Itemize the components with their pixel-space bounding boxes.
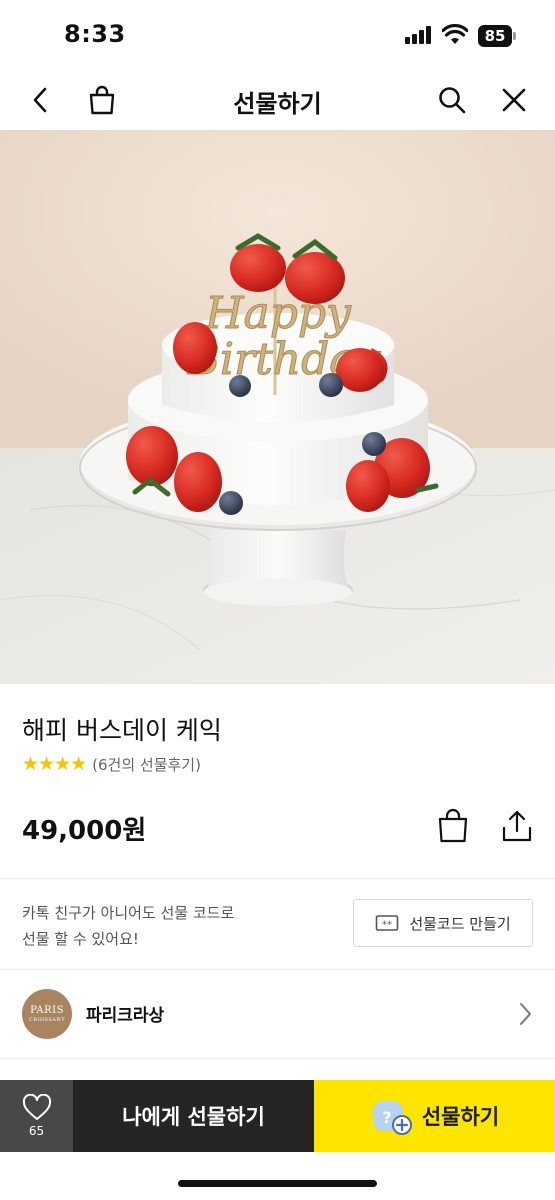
- nav-bar: 선물하기: [0, 70, 555, 130]
- battery-level: 85: [478, 25, 512, 47]
- add-friend-icon: ?: [372, 1101, 412, 1135]
- gift-code-description-line1: 카톡 친구가 아니어도 선물 코드로: [22, 904, 235, 922]
- page-title: 선물하기: [233, 90, 322, 118]
- gift-code-description-line2: 선물 할 수 있어요!: [22, 930, 139, 948]
- product-name: 해피 버스데이 케익: [22, 716, 222, 745]
- wish-count: 65: [28, 1124, 45, 1138]
- section-divider: [0, 878, 555, 879]
- section-divider: [0, 1058, 555, 1059]
- close-icon: [502, 88, 526, 112]
- wish-button[interactable]: 65: [0, 1080, 73, 1152]
- gift-to-me-label: 나에게 선물하기: [122, 1105, 265, 1129]
- add-to-cart-button[interactable]: [436, 808, 470, 844]
- rating-row[interactable]: ★★★★ (6건의 선물후기): [22, 753, 201, 775]
- create-gift-code-button[interactable]: ** 선물코드 만들기: [353, 899, 533, 947]
- brand-logo-line1: PARIS: [30, 1005, 64, 1016]
- search-button[interactable]: [434, 82, 470, 118]
- gift-code-description: 카톡 친구가 아니어도 선물 코드로 선물 할 수 있어요!: [22, 900, 322, 952]
- brand-row[interactable]: PARIS CROISSANT 파리크라상: [0, 970, 555, 1058]
- svg-text:**: **: [382, 920, 392, 931]
- send-gift-button[interactable]: ? 선물하기: [314, 1080, 555, 1152]
- brand-logo: PARIS CROISSANT: [22, 989, 72, 1039]
- gift-to-me-button[interactable]: 나에게 선물하기: [73, 1080, 314, 1152]
- rating-stars: ★★★★: [22, 753, 87, 775]
- heart-icon: [22, 1094, 51, 1120]
- cake-illustration: Happy Birthday: [0, 130, 555, 684]
- wifi-icon: [442, 24, 468, 44]
- home-indicator[interactable]: [178, 1180, 377, 1187]
- review-count-link[interactable]: (6건의 선물후기): [92, 754, 201, 775]
- product-image: Happy Birthday: [0, 130, 555, 684]
- ticket-icon: **: [376, 915, 399, 931]
- share-icon: [502, 810, 532, 842]
- share-button[interactable]: [500, 808, 534, 844]
- status-bar: 8:33 85: [0, 0, 555, 70]
- svg-text:?: ?: [382, 1108, 391, 1127]
- brand-name: 파리크라상: [86, 1006, 165, 1026]
- search-icon: [439, 87, 466, 114]
- chevron-right-icon: [520, 1003, 531, 1025]
- bottom-action-bar: 65 나에게 선물하기 ? 선물하기: [0, 1080, 555, 1152]
- status-time: 8:33: [64, 20, 126, 48]
- send-gift-label: 선물하기: [421, 1105, 500, 1129]
- create-gift-code-label: 선물코드 만들기: [409, 914, 511, 933]
- close-button[interactable]: [496, 82, 532, 118]
- home-indicator-area: [0, 1152, 555, 1200]
- brand-logo-line2: CROISSANT: [28, 1017, 66, 1023]
- cellular-signal-icon: [405, 26, 435, 44]
- product-price: 49,000원: [22, 816, 147, 846]
- battery-icon: 85: [478, 25, 518, 47]
- shopping-bag-icon: [438, 808, 468, 843]
